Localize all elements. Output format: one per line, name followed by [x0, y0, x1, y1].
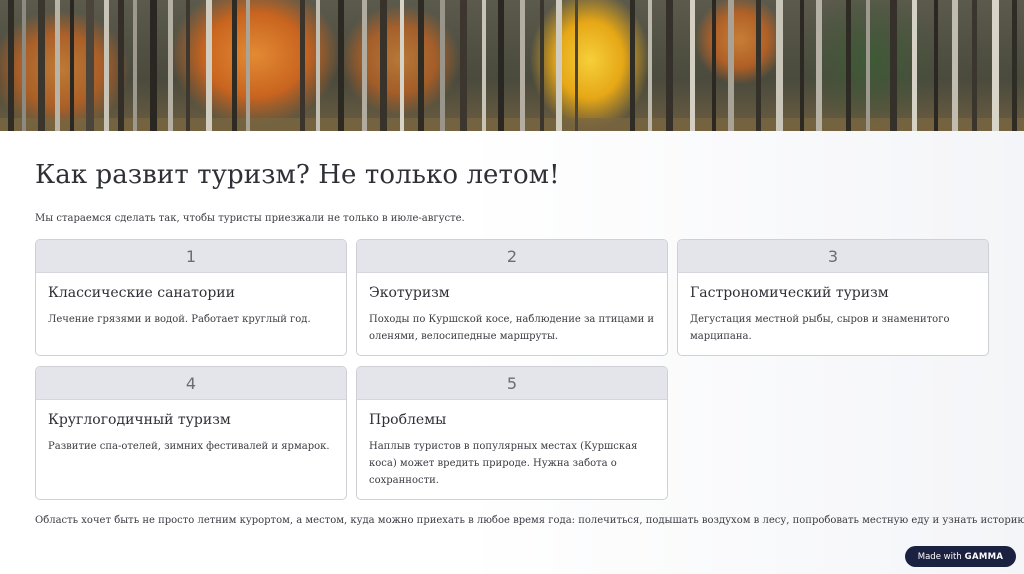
tree-trunk	[575, 0, 578, 131]
tree-trunk	[800, 0, 804, 131]
tree-trunk	[300, 0, 305, 131]
tree-trunk	[728, 0, 734, 131]
tree-trunk	[380, 0, 387, 131]
tree-trunk	[498, 0, 504, 131]
card-title: Проблемы	[369, 412, 447, 428]
tree-trunk	[460, 0, 467, 131]
tree-trunk	[992, 0, 999, 131]
tree-trunk	[440, 0, 445, 131]
tree-trunk	[22, 0, 26, 131]
card-text: Лечение грязями и водой. Работает круглы…	[48, 314, 311, 325]
tree-trunk	[55, 0, 60, 131]
tree-trunk	[866, 0, 870, 131]
tree-trunk	[648, 0, 652, 131]
card-number: 1	[36, 240, 346, 273]
tree-trunk	[690, 0, 695, 131]
badge-prefix: Made with	[917, 551, 962, 562]
tree-trunk	[118, 0, 124, 131]
page-title: Как развит туризм? Не только летом!	[35, 160, 560, 190]
card-title: Экотуризм	[369, 285, 450, 301]
card-title: Круглогодичный туризм	[48, 412, 231, 428]
tree-trunk	[316, 0, 320, 131]
tree-trunk	[666, 0, 673, 131]
tree-trunk	[104, 0, 109, 131]
card-ecotourism: 2 Экотуризм Походы по Куршской косе, наб…	[356, 239, 668, 356]
tree-trunk	[540, 0, 544, 131]
tree-trunk	[70, 0, 74, 131]
tree-trunk	[890, 0, 897, 131]
tree-trunk	[756, 0, 761, 131]
tree-trunk	[1012, 0, 1017, 131]
tree-trunk	[846, 0, 851, 131]
tree-trunk	[952, 0, 958, 131]
card-text: Развитие спа-отелей, зимних фестивалей и…	[48, 441, 330, 452]
tree-trunk	[206, 0, 212, 131]
tree-trunk	[972, 0, 977, 131]
tree-trunk	[362, 0, 367, 131]
tree-trunk	[150, 0, 157, 131]
tree-trunk	[934, 0, 938, 131]
forest-illustration	[0, 0, 1024, 131]
card-sanatoriums: 1 Классические санатории Лечение грязями…	[35, 239, 347, 356]
tree-trunk	[400, 0, 404, 131]
tree-trunk	[186, 0, 190, 131]
card-text: Дегустация местной рыбы, сыров и знамени…	[690, 314, 950, 342]
tree-trunk	[816, 0, 822, 131]
tree-trunk	[912, 0, 917, 131]
card-number: 4	[36, 367, 346, 400]
tree-trunk	[133, 0, 137, 131]
tree-trunk	[338, 0, 344, 131]
card-problems: 5 Проблемы Наплыв туристов в популярных …	[356, 366, 668, 500]
made-with-gamma-badge[interactable]: Made with GAMMA	[905, 546, 1016, 567]
tree-trunk	[232, 0, 237, 131]
tree-trunk	[38, 0, 45, 131]
gamma-logo: GAMMA	[964, 551, 1004, 562]
tree-trunk	[520, 0, 525, 131]
tree-trunk	[630, 0, 635, 131]
tree-trunk	[776, 0, 783, 131]
tree-trunk	[482, 0, 486, 131]
card-number: 3	[678, 240, 988, 273]
card-number: 2	[357, 240, 667, 273]
conclusion-text: Область хочет быть не просто летним куро…	[35, 515, 1024, 526]
tree-trunk	[246, 0, 250, 131]
card-title: Классические санатории	[48, 285, 235, 301]
card-gastronomy: 3 Гастрономический туризм Дегустация мес…	[677, 239, 989, 356]
card-text: Наплыв туристов в популярных местах (Кур…	[369, 441, 638, 486]
intro-text: Мы стараемся сделать так, чтобы туристы …	[35, 213, 465, 224]
card-title: Гастрономический туризм	[690, 285, 889, 301]
card-number: 5	[357, 367, 667, 400]
forest-banner-image	[0, 0, 1024, 131]
tree-trunk	[418, 0, 424, 131]
tree-trunk	[712, 0, 716, 131]
tree-trunk	[556, 0, 562, 131]
card-year-round: 4 Круглогодичный туризм Развитие спа-оте…	[35, 366, 347, 500]
tree-trunk	[86, 0, 94, 131]
tree-trunk	[8, 0, 14, 131]
tree-trunk	[168, 0, 173, 131]
card-text: Походы по Куршской косе, наблюдение за п…	[369, 314, 655, 342]
